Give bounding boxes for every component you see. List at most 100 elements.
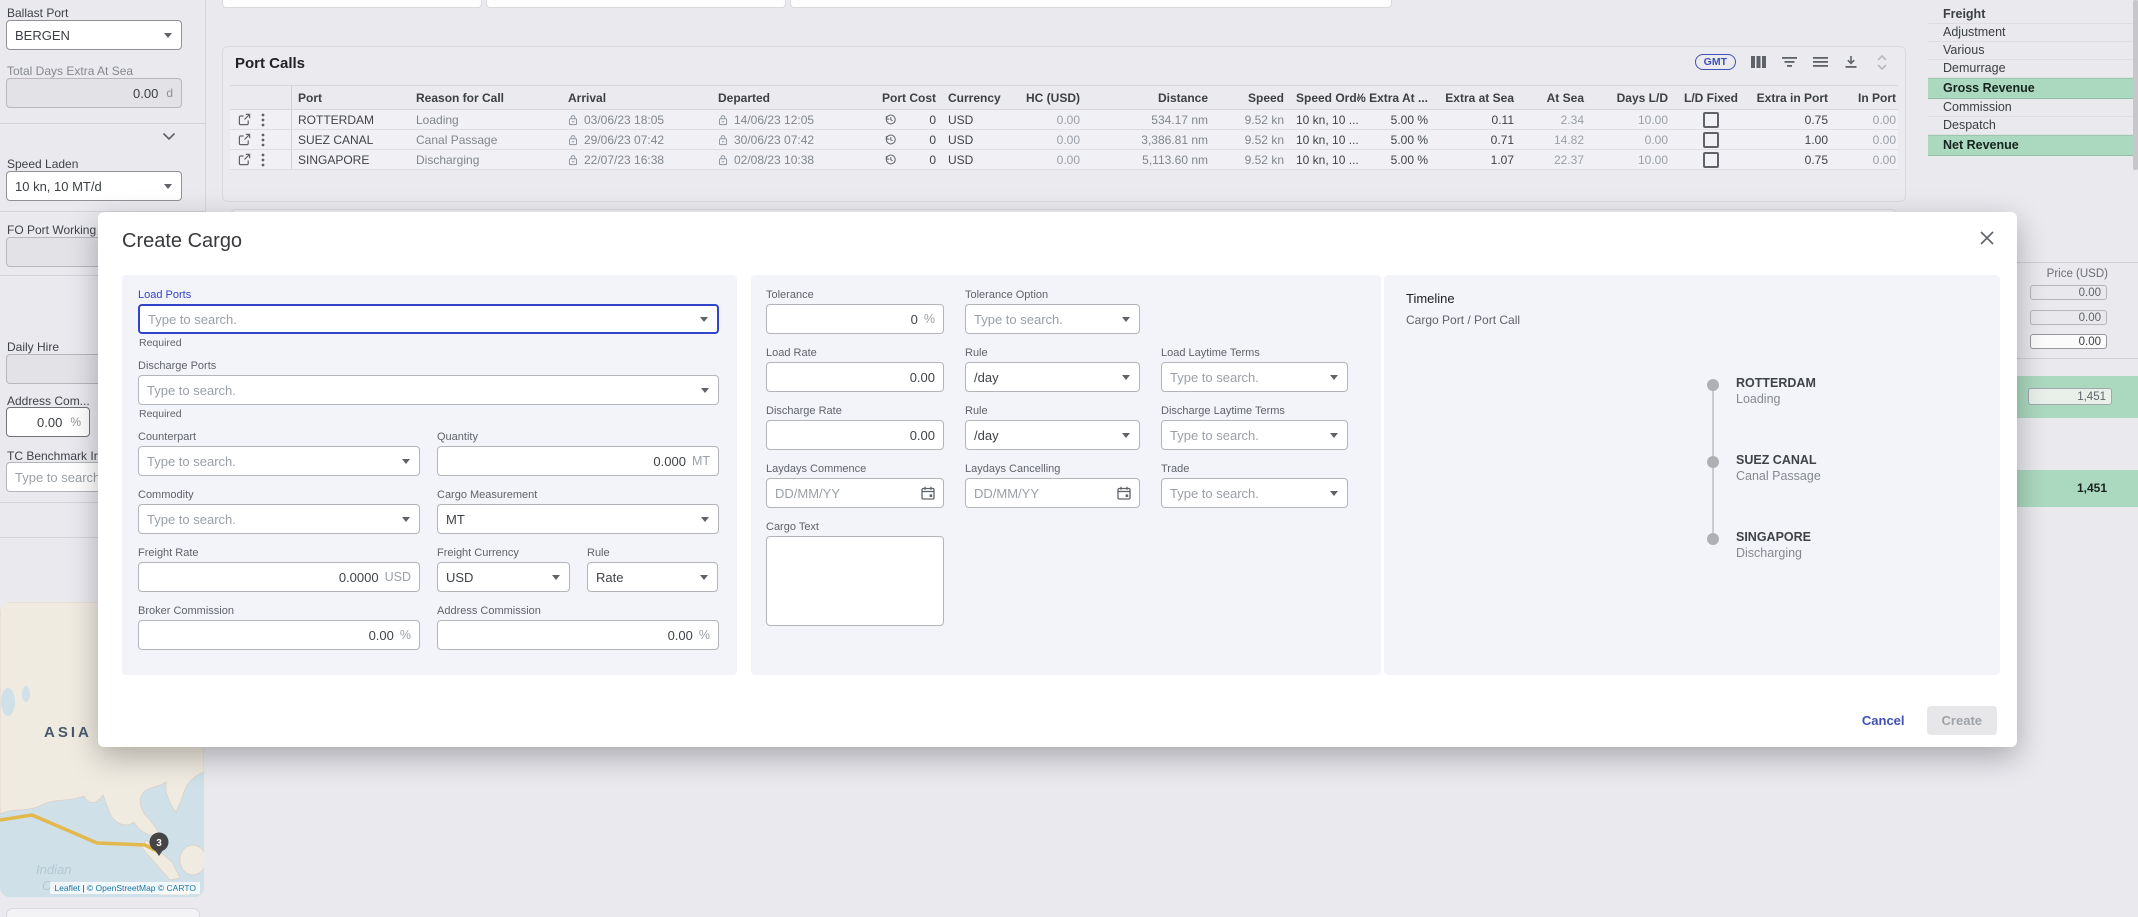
col-header-pct_extra_at[interactable]: % Extra At ...: [1358, 91, 1434, 105]
tolerance-option-combobox[interactable]: [965, 304, 1140, 334]
revenue-item-net-revenue[interactable]: Net Revenue: [1928, 135, 2138, 156]
counterpart-combobox[interactable]: [138, 446, 420, 476]
col-header-arrival[interactable]: Arrival: [562, 91, 712, 105]
menu-icon[interactable]: [1811, 53, 1829, 71]
col-header-distance[interactable]: Distance: [1086, 91, 1214, 105]
osm-link[interactable]: © OpenStreetMap: [87, 883, 156, 893]
history-icon[interactable]: [884, 133, 897, 146]
load-laytime-input[interactable]: [1162, 370, 1330, 385]
revenue-item-despatch[interactable]: Despatch: [1928, 117, 2138, 135]
cargo-measurement-select[interactable]: MT: [437, 504, 719, 534]
load-laytime-combobox[interactable]: [1161, 362, 1348, 392]
col-header-days_ld[interactable]: Days L/D: [1590, 91, 1674, 105]
address-commission-inputbox[interactable]: %: [437, 620, 719, 650]
kebab-menu-icon[interactable]: [261, 153, 265, 167]
history-icon[interactable]: [884, 113, 897, 126]
open-in-new-icon[interactable]: [238, 113, 251, 126]
laydays-commence-datebox[interactable]: [766, 478, 944, 508]
history-icon[interactable]: [884, 153, 897, 166]
filter-icon[interactable]: [1780, 53, 1798, 71]
load-rate-inputbox[interactable]: [766, 362, 944, 392]
price-input[interactable]: [2030, 285, 2107, 300]
discharge-rate-input[interactable]: [767, 428, 943, 443]
unfold-icon[interactable]: [1873, 53, 1891, 71]
quantity-input[interactable]: [438, 454, 690, 469]
scrollbar[interactable]: [2133, 0, 2138, 170]
freight-rate-input[interactable]: [139, 570, 383, 585]
discharge-laytime-input[interactable]: [1162, 428, 1330, 443]
download-icon[interactable]: [1842, 53, 1860, 71]
create-button[interactable]: Create: [1927, 706, 1997, 735]
commodity-input[interactable]: [139, 512, 402, 527]
gmt-toggle[interactable]: GMT: [1695, 54, 1736, 70]
address-commission-input[interactable]: [438, 628, 697, 643]
table-row[interactable]: SINGAPOREDischarging22/07/23 16:3802/08/…: [230, 150, 1898, 170]
kebab-menu-icon[interactable]: [261, 113, 265, 127]
trade-input[interactable]: [1162, 486, 1330, 501]
counterpart-input[interactable]: [139, 454, 402, 469]
trade-combobox[interactable]: [1161, 478, 1348, 508]
load-ports-combobox[interactable]: [138, 304, 719, 334]
broker-commission-inputbox[interactable]: %: [138, 620, 420, 650]
discharge-laytime-combobox[interactable]: [1161, 420, 1348, 450]
col-header-hc_usd[interactable]: HC (USD): [1004, 91, 1086, 105]
freight-currency-select[interactable]: USD: [437, 562, 570, 592]
discharge-rate-inputbox[interactable]: [766, 420, 944, 450]
col-header-speed_order[interactable]: Speed Order: [1290, 91, 1358, 105]
laydays-cancelling-input[interactable]: [966, 486, 1117, 501]
carto-link[interactable]: © CARTO: [158, 883, 196, 893]
calendar-icon[interactable]: [1117, 486, 1131, 500]
revenue-item-various[interactable]: Various: [1928, 42, 2138, 60]
ld-fixed-checkbox[interactable]: [1703, 132, 1719, 148]
revenue-item-freight[interactable]: Freight: [1928, 6, 2138, 24]
tolerance-inputbox[interactable]: %: [766, 304, 944, 334]
columns-icon[interactable]: [1749, 53, 1767, 71]
close-icon[interactable]: [1977, 228, 1997, 248]
collapse-chevron-icon[interactable]: [162, 128, 176, 146]
cancel-button[interactable]: Cancel: [1862, 713, 1905, 728]
load-ports-input[interactable]: [140, 312, 700, 327]
revenue-item-gross-revenue[interactable]: Gross Revenue: [1928, 78, 2138, 99]
col-header-ld_fixed[interactable]: L/D Fixed: [1674, 91, 1748, 105]
laydays-commence-input[interactable]: [767, 486, 921, 501]
col-header-currency[interactable]: Currency: [942, 91, 1004, 105]
ld-fixed-checkbox[interactable]: [1703, 152, 1719, 168]
calendar-icon[interactable]: [921, 486, 935, 500]
commodity-combobox[interactable]: [138, 504, 420, 534]
quantity-inputbox[interactable]: MT: [437, 446, 719, 476]
tolerance-input[interactable]: [767, 312, 922, 327]
kebab-menu-icon[interactable]: [261, 133, 265, 147]
discharge-ports-input[interactable]: [139, 383, 701, 398]
revenue-item-adjustment[interactable]: Adjustment: [1928, 24, 2138, 42]
gross-revenue-input[interactable]: [2028, 388, 2112, 405]
col-header-port_cost[interactable]: Port Cost: [878, 91, 942, 105]
cargo-text-input[interactable]: [766, 536, 944, 626]
address-commission-input[interactable]: 0.00 %: [6, 407, 90, 437]
discharge-rule-select[interactable]: /day: [965, 420, 1140, 450]
load-rule-select[interactable]: /day: [965, 362, 1140, 392]
col-header-port[interactable]: Port: [292, 91, 410, 105]
speed-laden-select[interactable]: 10 kn, 10 MT/d: [6, 171, 182, 201]
col-header-in_port[interactable]: In Port: [1834, 91, 1902, 105]
col-header-extra_in_port[interactable]: Extra in Port: [1748, 91, 1834, 105]
revenue-item-demurrage[interactable]: Demurrage: [1928, 60, 2138, 78]
col-header-reason[interactable]: Reason for Call: [410, 91, 562, 105]
leaflet-link[interactable]: Leaflet: [54, 883, 80, 893]
ld-fixed-checkbox[interactable]: [1703, 112, 1719, 128]
open-in-new-icon[interactable]: [238, 133, 251, 146]
table-row[interactable]: ROTTERDAMLoading03/06/23 18:0514/06/23 1…: [230, 110, 1898, 130]
col-header-extra_at_sea[interactable]: Extra at Sea: [1434, 91, 1520, 105]
freight-rate-inputbox[interactable]: USD: [138, 562, 420, 592]
freight-rule-select[interactable]: Rate: [587, 562, 718, 592]
table-row[interactable]: SUEZ CANALCanal Passage29/06/23 07:4230/…: [230, 130, 1898, 150]
ballast-port-select[interactable]: BERGEN: [6, 20, 182, 50]
open-in-new-icon[interactable]: [238, 153, 251, 166]
col-header-at_sea[interactable]: At Sea: [1520, 91, 1590, 105]
broker-commission-input[interactable]: [139, 628, 398, 643]
col-header-speed[interactable]: Speed: [1214, 91, 1290, 105]
laydays-cancelling-datebox[interactable]: [965, 478, 1140, 508]
discharge-ports-combobox[interactable]: [138, 375, 719, 405]
load-rate-input[interactable]: [767, 370, 943, 385]
tolerance-option-input[interactable]: [966, 312, 1122, 327]
price-input[interactable]: [2030, 334, 2107, 349]
